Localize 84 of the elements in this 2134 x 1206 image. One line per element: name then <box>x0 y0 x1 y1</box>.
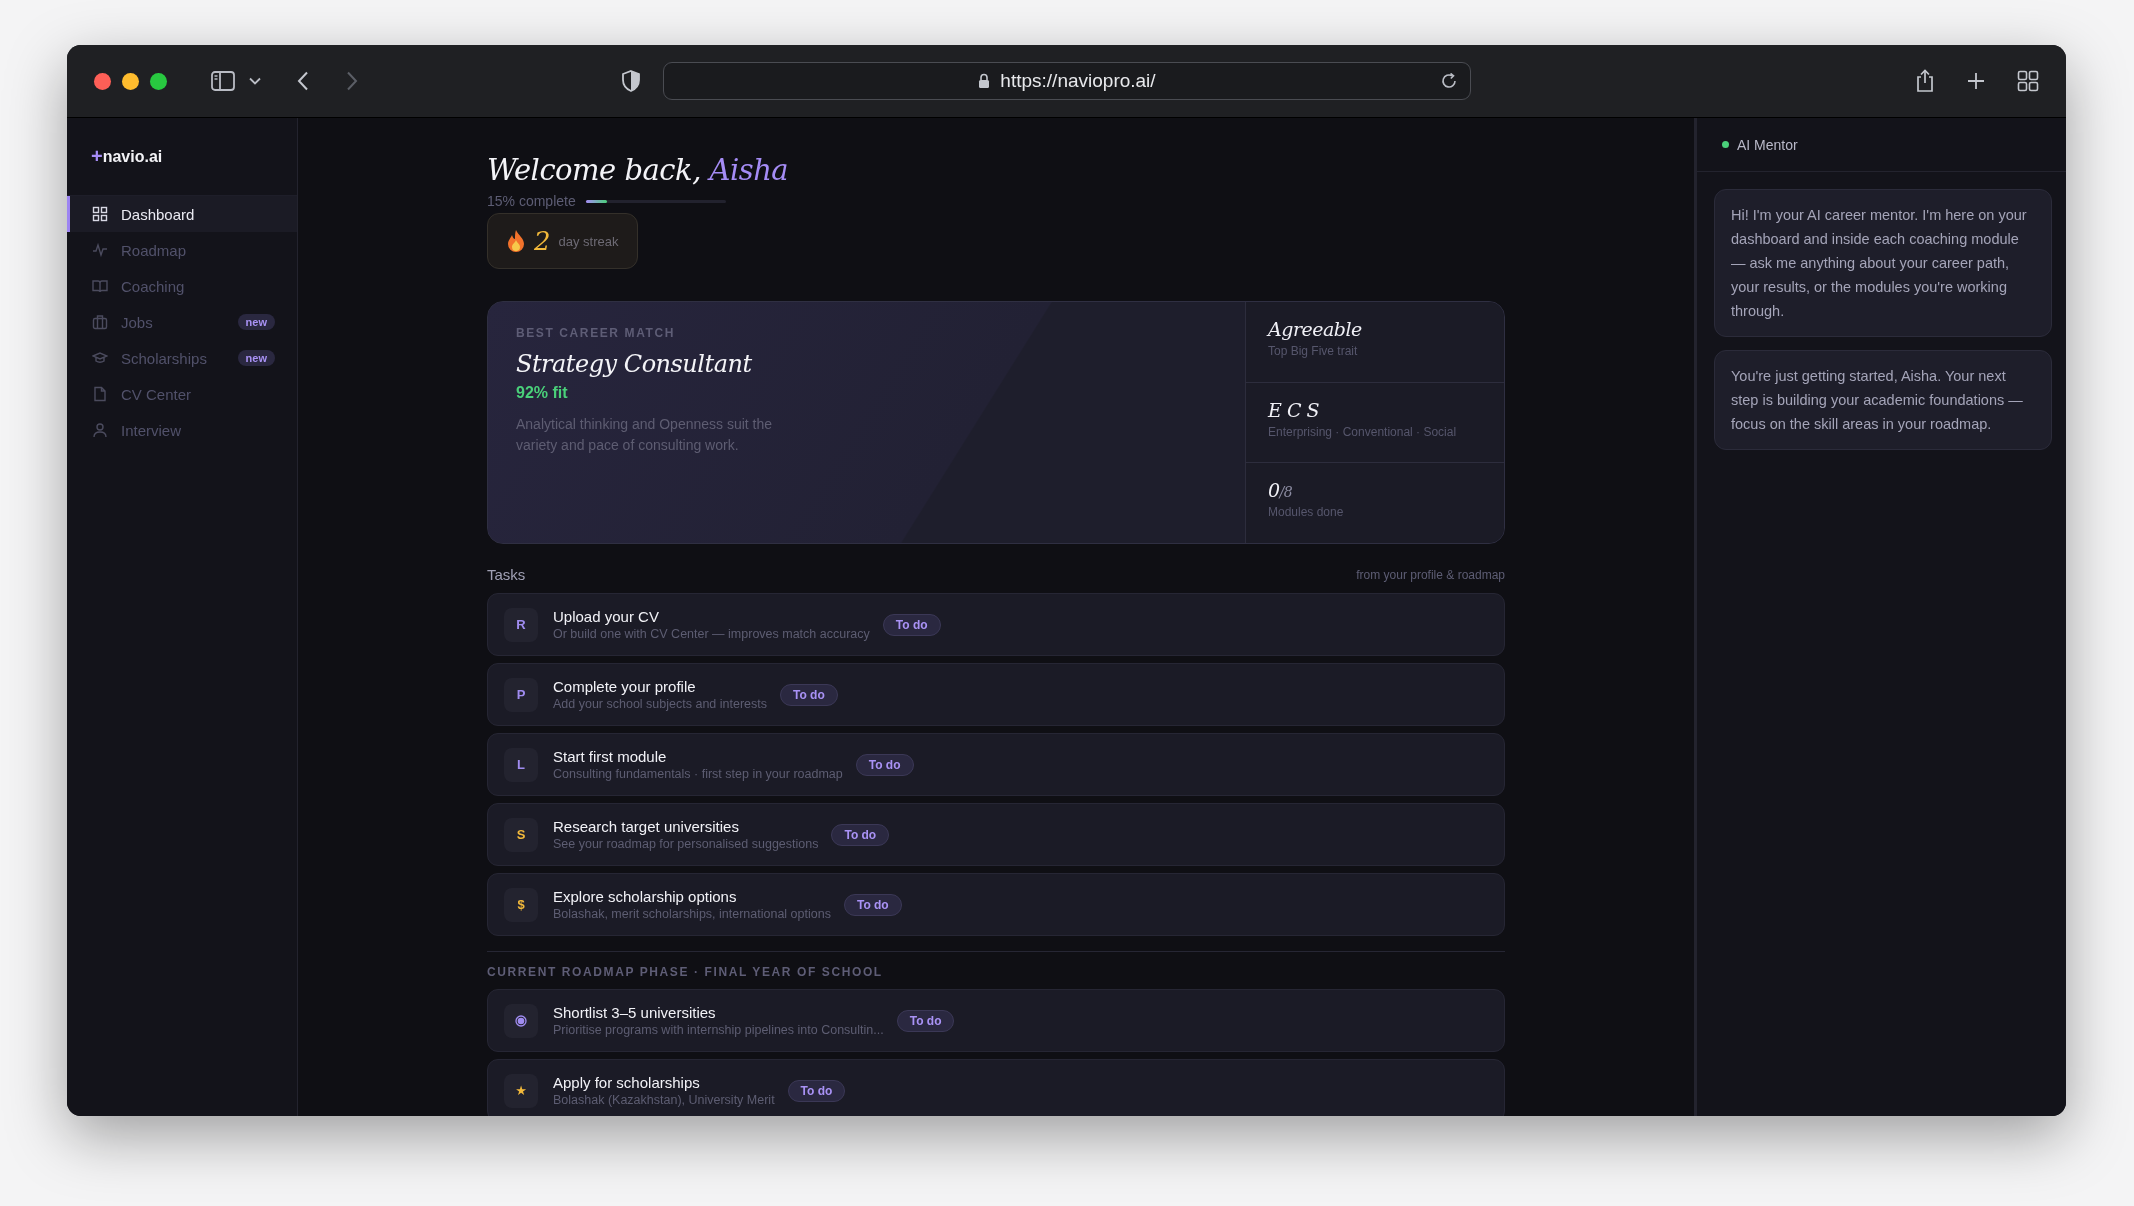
task-title: Explore scholarship options <box>553 888 738 905</box>
status-badge: To do <box>780 683 838 706</box>
stat-label: Enterprising · Conventional · Social <box>1268 424 1458 439</box>
streak-count: 2 <box>534 226 551 256</box>
task-row[interactable]: ★ Apply for scholarships Bolashak (Kazakhstan), University Merit To do <box>487 1059 1505 1116</box>
new-badge: new <box>237 314 275 330</box>
welcome-heading: Welcome back, Aisha <box>487 153 790 187</box>
task-subtitle: Consulting fundamentals · first step in your roadmap <box>553 767 843 781</box>
sidebar-item[interactable]: Scholarships new <box>67 340 297 376</box>
task-subtitle: Bolashak, merit scholarships, international options <box>553 907 831 921</box>
sidebar-item[interactable]: Jobs new <box>67 304 297 340</box>
task-row[interactable]: R Upload your CV Or build one with CV Center — improves match accuracy To do <box>487 593 1505 656</box>
tab-overview-icon[interactable] <box>2017 70 2039 92</box>
task-icon: S <box>504 817 538 852</box>
reload-icon[interactable] <box>1440 72 1458 90</box>
grid-icon <box>92 206 108 222</box>
book-icon <box>92 278 108 294</box>
task-row[interactable]: Shortlist 3–5 universities Prioritise programs with internship pipelines into Consultin... To do <box>487 989 1505 1052</box>
sidebar-toggle-icon[interactable] <box>211 71 235 91</box>
url-text: https://naviopro.ai/ <box>1000 70 1156 92</box>
task-row[interactable]: P Complete your profile Add your school subjects and interests To do <box>487 663 1505 726</box>
flame-icon <box>506 229 526 253</box>
task-title: Shortlist 3–5 universities <box>553 1004 717 1021</box>
chat-message: You're just getting started, Aisha. Your next step is building your academic foundations — focus on the skill areas in your roadmap. <box>1714 350 2052 450</box>
stat-value: 0/8 <box>1268 479 1294 502</box>
briefcase-icon <box>92 314 108 330</box>
back-icon[interactable] <box>297 71 309 91</box>
fit-score: 92% fit <box>516 384 569 402</box>
stat-label: Modules done <box>1268 505 1345 520</box>
shield-icon[interactable] <box>621 70 641 92</box>
stat-value: E C S <box>1268 398 1320 421</box>
status-badge: To do <box>882 613 941 636</box>
person-icon <box>92 422 108 438</box>
file-icon <box>92 386 108 402</box>
task-title: Start first module <box>553 748 668 765</box>
streak-label: day streak <box>558 233 619 249</box>
logo: navio.ai <box>102 147 163 166</box>
chat-message: Hi! I'm your AI career mentor. I'm here on your dashboard and inside each coaching module — ask me anything about your career path, your results, or the modules you're working through. <box>1714 189 2052 337</box>
close-button[interactable] <box>94 72 111 90</box>
address-bar[interactable]: https://naviopro.ai/ <box>663 62 1471 100</box>
zoom-button[interactable] <box>150 72 167 90</box>
status-badge: To do <box>787 1079 846 1102</box>
chevron-down-icon[interactable] <box>249 77 261 85</box>
minimize-button[interactable] <box>122 72 139 90</box>
stat-label: Top Big Five trait <box>1268 344 1359 358</box>
panel-title: AI Mentor <box>1737 136 1798 153</box>
new-tab-icon[interactable] <box>1966 71 1986 91</box>
status-badge: To do <box>831 823 890 846</box>
sidebar-item[interactable]: Dashboard <box>67 196 297 232</box>
forward-icon[interactable] <box>346 71 358 91</box>
status-badge: To do <box>896 1009 955 1032</box>
task-title: Upload your CV <box>553 608 660 625</box>
stat-value: Agreeable <box>1268 318 1363 340</box>
task-subtitle: Or build one with CV Center — improves match accuracy <box>553 627 870 641</box>
task-subtitle: Prioritise programs with internship pipelines into Consultin... <box>553 1023 884 1037</box>
status-badge: To do <box>855 753 914 776</box>
task-icon: ★ <box>504 1073 538 1108</box>
status-badge: To do <box>843 893 902 916</box>
task-title: Complete your profile <box>553 678 697 695</box>
task-subtitle: Add your school subjects and interests <box>553 697 767 711</box>
career-title: Strategy Consultant <box>516 350 753 378</box>
section-note: from your profile & roadmap <box>1356 567 1505 582</box>
task-title: Apply for scholarships <box>553 1074 701 1091</box>
task-row[interactable]: S Research target universities See your roadmap for personalised suggestions To do <box>487 803 1505 866</box>
share-icon[interactable] <box>1915 69 1935 93</box>
cap-icon <box>92 350 108 366</box>
task-icon: $ <box>504 887 538 922</box>
task-subtitle: See your roadmap for personalised suggestions <box>553 837 819 851</box>
task-icon: R <box>504 607 538 642</box>
pulse-icon <box>92 242 108 258</box>
section-title: Tasks <box>487 566 526 583</box>
lock-icon <box>978 73 991 89</box>
career-description: Analytical thinking and Openness suit the variety and pace of consulting work. <box>516 415 774 455</box>
card-eyebrow: BEST CAREER MATCH <box>516 326 676 340</box>
task-icon: P <box>504 677 538 712</box>
task-icon: L <box>504 747 538 782</box>
new-badge: new <box>237 350 275 366</box>
task-subtitle: Bolashak (Kazakhstan), University Merit <box>553 1093 775 1107</box>
logo-mark: + <box>91 145 103 168</box>
progress-label: 15% complete <box>487 193 576 209</box>
task-row[interactable]: L Start first module Consulting fundamentals · first step in your roadmap To do <box>487 733 1505 796</box>
task-row[interactable]: $ Explore scholarship options Bolashak, merit scholarships, international options To do <box>487 873 1505 936</box>
phase-label: CURRENT ROADMAP PHASE · FINAL YEAR OF SCHOOL <box>487 965 884 979</box>
task-title: Research target universities <box>553 818 740 835</box>
